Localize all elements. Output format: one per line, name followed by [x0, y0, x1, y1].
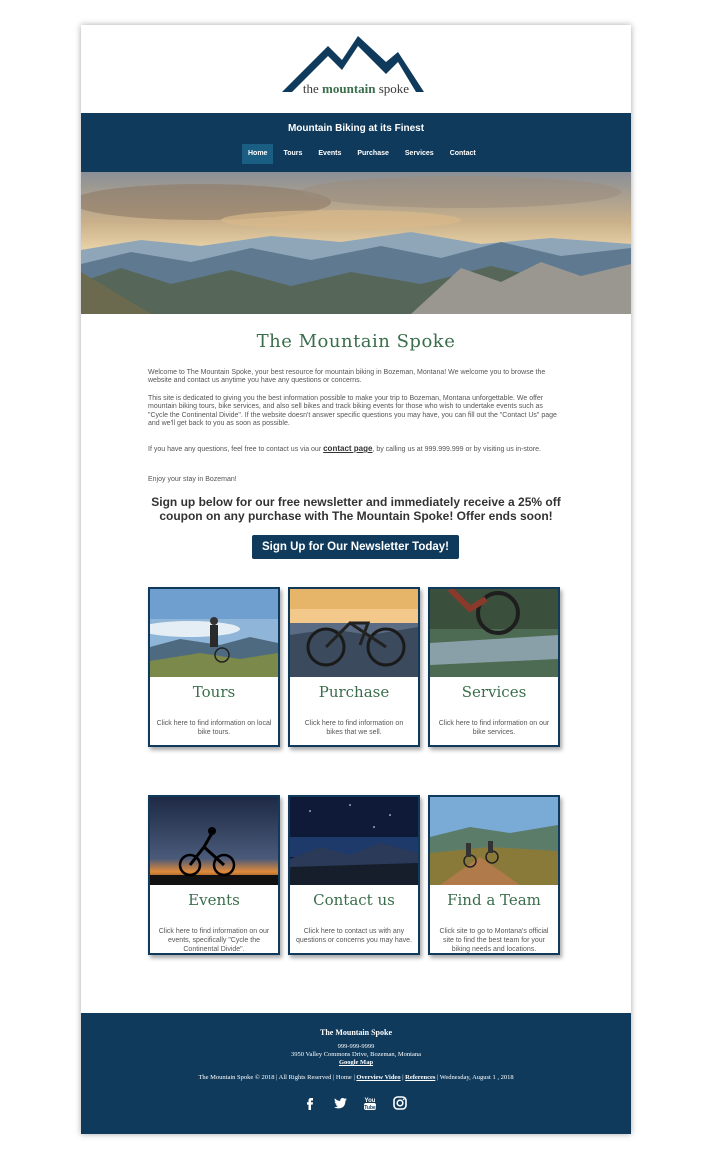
- card-description: Click here to find information on local …: [156, 720, 272, 736]
- nav-item-contact[interactable]: Contact: [444, 144, 482, 164]
- logo-suffix: spoke: [375, 81, 410, 96]
- purchase-photo: [290, 589, 418, 677]
- logo-prefix: the: [302, 81, 323, 96]
- enjoy-paragraph: Enjoy your stay in Bozeman!: [148, 476, 237, 483]
- footer: The Mountain Spoke 999-999-9999 3950 Val…: [81, 1013, 631, 1134]
- find-team-photo: [430, 797, 558, 885]
- nav-item-home[interactable]: Home: [242, 144, 274, 164]
- about-paragraph: This site is dedicated to giving you the…: [148, 395, 557, 427]
- header-band: Mountain Biking at its Finest Home Tours…: [81, 113, 631, 172]
- footer-copyright: The Mountain Spoke © 2018 | All Rights R…: [198, 1074, 336, 1081]
- card-title: Tours: [192, 683, 236, 701]
- footer-date: | Wednesday, August 1 , 2018: [435, 1074, 514, 1081]
- services-photo: [430, 589, 558, 677]
- card-find-a-team[interactable]: Find a Team Click site to go to Montana'…: [428, 795, 560, 955]
- card-events[interactable]: Events Click here to find information on…: [148, 795, 280, 955]
- contact-photo: [290, 797, 418, 885]
- card-description: Click here to find information on our bi…: [438, 720, 550, 736]
- social-links: You Tube: [302, 1095, 408, 1111]
- card-title: Find a Team: [447, 891, 541, 909]
- footer-phone: 999-999-9999: [337, 1043, 375, 1050]
- page-title: The Mountain Spoke: [256, 331, 456, 352]
- nav-item-tours[interactable]: Tours: [277, 144, 308, 164]
- intro-paragraph: Welcome to The Mountain Spoke, your best…: [148, 369, 546, 385]
- newsletter-signup-button[interactable]: Sign Up for Our Newsletter Today!: [252, 535, 459, 559]
- card-description: Click here to contact us with any questi…: [296, 928, 412, 944]
- card-description: Click site to go to Montana's official s…: [439, 928, 549, 953]
- card-title: Purchase: [318, 683, 390, 701]
- footer-title: The Mountain Spoke: [319, 1028, 393, 1037]
- hero-mountain-image: [81, 172, 631, 314]
- logo[interactable]: the mountain spoke: [81, 25, 631, 113]
- main-nav: Home Tours Events Purchase Services Cont…: [242, 144, 486, 164]
- google-map-link[interactable]: Google Map: [81, 1059, 631, 1066]
- contact-pre-text: If you have any questions, feel free to …: [148, 446, 324, 453]
- card-description: Click here to find information on bikes …: [304, 720, 404, 736]
- footer-address: 3950 Valley Commons Drive, Bozeman, Mont…: [290, 1051, 422, 1058]
- card-purchase[interactable]: Purchase Click here to find information …: [288, 587, 420, 747]
- contact-paragraph: If you have any questions, feel free to …: [148, 444, 564, 454]
- nav-item-services[interactable]: Services: [399, 144, 440, 164]
- footer-home-link[interactable]: Home: [336, 1074, 352, 1081]
- card-tours[interactable]: Tours Click here to find information on …: [148, 587, 280, 747]
- events-photo: [150, 797, 278, 885]
- footer-links-row: The Mountain Spoke © 2018 | All Rights R…: [81, 1074, 631, 1081]
- twitter-icon[interactable]: [332, 1095, 348, 1111]
- tagline: Mountain Biking at its Finest: [287, 123, 425, 134]
- page-container: the mountain spoke Mountain Biking at it…: [81, 25, 631, 1134]
- logo-text: the mountain spoke: [81, 81, 631, 97]
- newsletter-promo: Sign up below for our free newsletter an…: [151, 495, 561, 523]
- card-contact-us[interactable]: Contact us Click here to contact us with…: [288, 795, 420, 955]
- nav-item-purchase[interactable]: Purchase: [351, 144, 395, 164]
- contact-page-link[interactable]: contact page: [323, 444, 372, 453]
- logo-bold: mountain: [322, 81, 376, 96]
- nav-item-events[interactable]: Events: [312, 144, 347, 164]
- contact-post-text: , by calling us at 999.999.999 or by vis…: [372, 446, 541, 453]
- footer-video-link[interactable]: Overview Video: [356, 1074, 400, 1081]
- instagram-icon[interactable]: [392, 1095, 408, 1111]
- card-description: Click here to find information on our ev…: [158, 928, 270, 953]
- svg-text:Tube: Tube: [364, 1105, 376, 1111]
- card-title: Services: [461, 683, 527, 701]
- card-title: Events: [188, 891, 240, 909]
- tours-photo: [150, 589, 278, 677]
- card-title: Contact us: [313, 891, 395, 909]
- card-services[interactable]: Services Click here to find information …: [428, 587, 560, 747]
- footer-references-link[interactable]: References: [405, 1074, 435, 1081]
- facebook-icon[interactable]: [302, 1095, 318, 1111]
- youtube-icon[interactable]: You Tube: [362, 1095, 378, 1111]
